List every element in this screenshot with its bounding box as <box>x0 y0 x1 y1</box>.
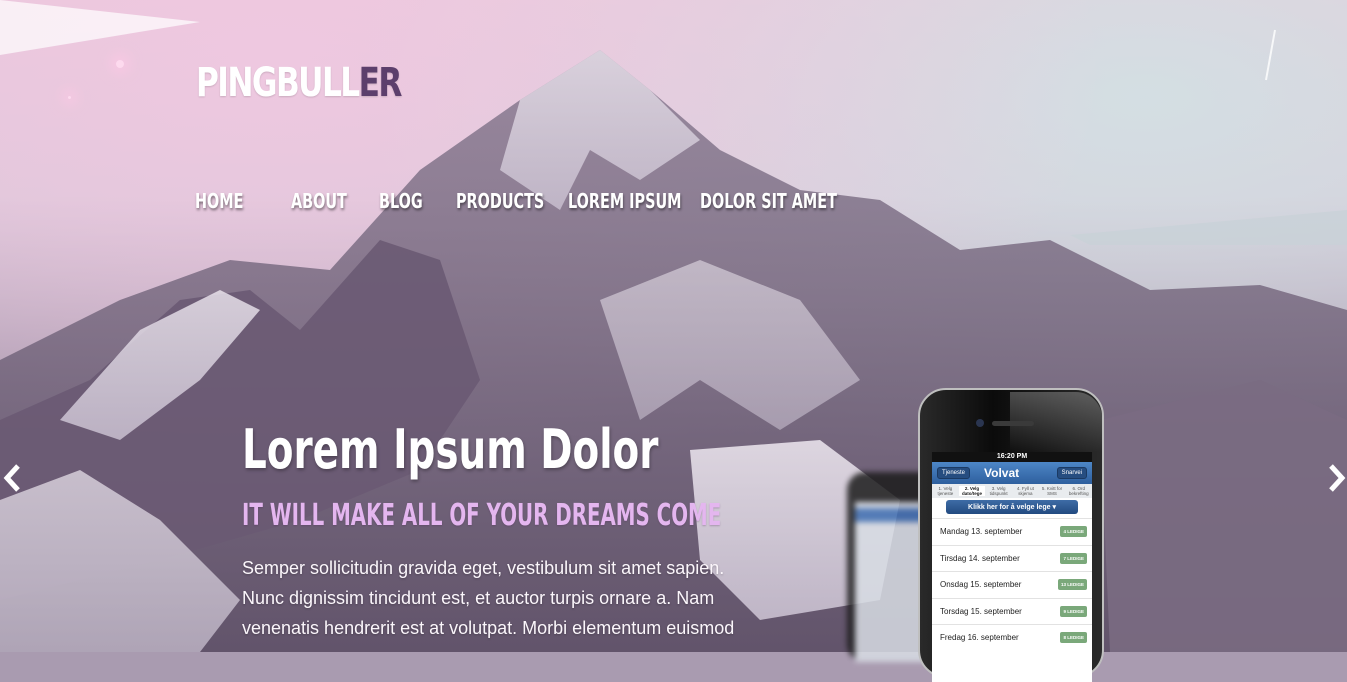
light-flare <box>116 60 124 68</box>
logo-main-text: PINGBULL <box>196 60 360 106</box>
chevron-right-icon <box>1329 464 1346 492</box>
logo-accent-text: ER <box>358 60 403 106</box>
phone-day-row: Torsdag 15. september 9 LEDIGE <box>932 597 1092 625</box>
phone-step: 1. Velg tjeneste <box>937 486 954 496</box>
phone-day-label: Onsdag 15. september <box>940 580 1022 590</box>
phone-day-row: Onsdag 15. september 13 LEDIGE <box>932 571 1092 598</box>
phone-app-bar: Tjeneste Volvat Snarvei <box>932 462 1092 484</box>
phone-select-doctor-button: Klikk her for å velge lege ▾ <box>946 500 1078 514</box>
phone-day-label: Tirsdag 14. september <box>940 553 1020 563</box>
caret-down-icon: ▾ <box>1052 504 1056 511</box>
phone-select-label: Klikk her for å velge lege <box>968 503 1051 511</box>
nav-item-lorem-ipsum[interactable]: LOREM IPSUM <box>568 189 681 213</box>
site-logo[interactable]: PINGBULLER <box>196 60 403 106</box>
phone-app-brand: Volvat <box>984 466 1020 480</box>
phone-day-label: Mandag 13. september <box>940 527 1023 537</box>
nav-item-dolor-sit-amet[interactable]: DOLOR SIT AMET <box>700 189 837 213</box>
chevron-left-icon <box>3 464 20 492</box>
phone-availability-badge: 7 LEDIGE <box>1060 552 1087 564</box>
phone-step: 3. Velg tidspunkt <box>989 486 1008 496</box>
phone-availability-badge: 13 LEDIGE <box>1057 579 1087 591</box>
phone-status-bar: 16:20 PM <box>932 452 1092 462</box>
phone-steps: 1. Velg tjeneste 2. Velg dato/tege 3. Ve… <box>932 484 1092 498</box>
phone-day-row: Mandag 13. september 4 LEDIGE <box>932 518 1092 545</box>
phone-mockup-image: 16:20 PM Tjeneste Volvat Snarvei 1. Velg… <box>918 388 1104 682</box>
slider-prev-button[interactable] <box>2 462 24 494</box>
phone-day-row: Fredag 16. september 8 LEDIGE <box>932 624 1092 651</box>
main-navigation: HOME ABOUT BLOG PRODUCTS LOREM IPSUM DOL… <box>195 189 934 213</box>
phone-day-row: Tirsdag 14. september 7 LEDIGE <box>932 544 1092 572</box>
phone-step: 4. Fyll ut skjema <box>1016 486 1034 496</box>
phone-availability-badge: 8 LEDIGE <box>1060 632 1087 644</box>
phone-back-button: Tjeneste <box>937 467 971 479</box>
hero-title: Lorem Ipsum Dolor <box>242 418 659 481</box>
phone-step: 2. Velg dato/tege <box>958 486 986 496</box>
phone-day-label: Torsdag 15. september <box>940 606 1022 616</box>
phone-step: 5. Kvitt for SMS <box>1041 486 1063 496</box>
hero-subtitle: IT WILL MAKE ALL OF YOUR DREAMS COME <box>242 498 722 533</box>
nav-item-products[interactable]: PRODUCTS <box>456 189 544 213</box>
slider-next-button[interactable] <box>1325 462 1347 494</box>
light-flare <box>68 96 71 99</box>
hero-body-text: Semper sollicitudin gravida eget, vestib… <box>242 558 735 638</box>
phone-day-label: Fredag 16. september <box>940 633 1019 643</box>
phone-speaker <box>992 421 1034 426</box>
phone-shortcut-button: Snarvei <box>1056 467 1087 479</box>
phone-camera <box>976 419 984 427</box>
phone-availability-badge: 4 LEDIGE <box>1060 526 1087 538</box>
nav-item-blog[interactable]: BLOG <box>379 189 423 213</box>
phone-availability-badge: 9 LEDIGE <box>1060 605 1087 617</box>
nav-item-about[interactable]: ABOUT <box>291 189 347 213</box>
phone-step: 6. Ord bekrefting <box>1068 486 1089 496</box>
phone-screen: 16:20 PM Tjeneste Volvat Snarvei 1. Velg… <box>932 452 1092 682</box>
nav-item-home[interactable]: HOME <box>195 189 243 213</box>
